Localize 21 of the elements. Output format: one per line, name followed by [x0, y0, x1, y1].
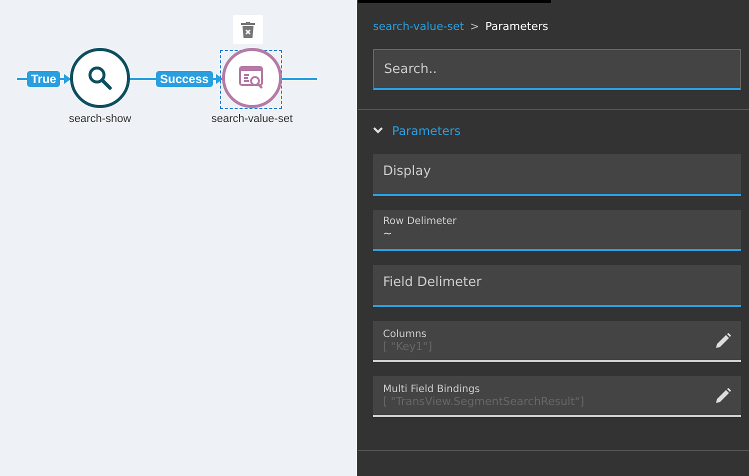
field-label: Columns: [383, 328, 428, 340]
delete-icon[interactable]: [233, 15, 263, 44]
edge-label: True: [27, 71, 60, 87]
search-icon: [87, 65, 113, 91]
input-field[interactable]: Row Delimeter ~: [373, 210, 741, 251]
input-field[interactable]: Display: [373, 154, 741, 196]
node-label: search-show: [68, 113, 132, 125]
node-label: search-value-set: [210, 113, 294, 125]
section-header[interactable]: Parameters: [358, 124, 749, 138]
edge-label: Success: [156, 71, 213, 87]
edit-icon[interactable]: [715, 332, 731, 348]
breadcrumb-link[interactable]: search-value-set: [373, 20, 464, 35]
input-field[interactable]: Field Delimeter: [373, 265, 741, 307]
field-value: ~: [383, 227, 394, 240]
edit-icon[interactable]: [715, 388, 731, 404]
table-search-icon: [239, 66, 265, 90]
breadcrumb-current: Parameters: [485, 20, 548, 35]
field-label: Multi Field Bindings: [383, 384, 481, 394]
field-label: Row Delimeter: [383, 216, 458, 227]
breadcrumb-separator: >: [470, 20, 480, 35]
search-field[interactable]: Search..: [373, 49, 741, 90]
